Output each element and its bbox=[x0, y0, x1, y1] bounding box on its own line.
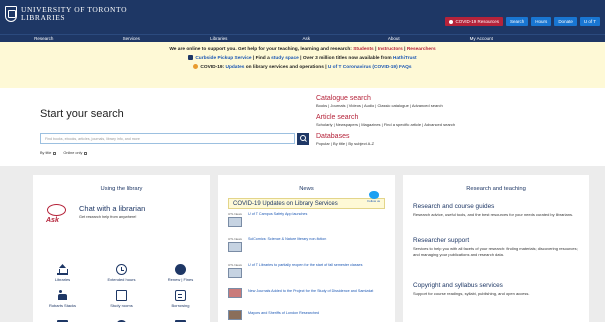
alert-banner: We are online to support you. Get help f… bbox=[0, 42, 605, 88]
site-logo[interactable]: UNIVERSITY OF TORONTO LIBRARIES bbox=[5, 6, 127, 22]
alert-line-3: COVID-19: Updates on library services an… bbox=[0, 63, 605, 72]
renew-fines-link[interactable]: Renew | Fines bbox=[151, 264, 210, 282]
hours-button[interactable]: Hours bbox=[531, 17, 552, 26]
utility-buttons: COVID-19 Resources Search Hours Donate U… bbox=[444, 17, 600, 26]
alert-line-2: Curbside Pickup Service | Find a study s… bbox=[0, 54, 605, 63]
twitter-icon bbox=[368, 191, 379, 199]
databases-block: Databases Popular | By title | By subjec… bbox=[316, 132, 605, 147]
search-panel: Start your search Find books, ebooks, ar… bbox=[0, 88, 309, 166]
article-sublinks[interactable]: Scholarly | Newspapers | Magazines | Fin… bbox=[316, 122, 605, 128]
library-building-icon bbox=[57, 264, 68, 275]
catalogue-search-link[interactable]: Catalogue search bbox=[316, 94, 605, 103]
copyright-block: Copyright and syllabus services Support … bbox=[413, 282, 583, 297]
donate-button[interactable]: Donate bbox=[554, 17, 577, 26]
catalogue-search-block: Catalogue search Books | Journals | Vide… bbox=[316, 94, 605, 109]
uoft-button[interactable]: U of T bbox=[579, 17, 600, 26]
covid-resources-button[interactable]: COVID-19 Resources bbox=[444, 17, 504, 26]
nav-my-account[interactable]: My Account bbox=[438, 35, 526, 42]
using-library-title: Using the library bbox=[100, 186, 143, 192]
study-rooms-link[interactable]: Study rooms bbox=[92, 290, 151, 308]
instructors-link[interactable]: Instructors bbox=[378, 47, 403, 52]
updates-link[interactable]: Updates bbox=[225, 65, 244, 70]
research-teaching-card: Research and teaching Research and cours… bbox=[403, 175, 589, 322]
news-item[interactable]: UTL News U of T Libraries to partially re… bbox=[228, 263, 383, 278]
news-item[interactable]: UTL News SciComics: Science & Nature lite… bbox=[228, 237, 383, 252]
curbside-link[interactable]: Curbside Pickup Service bbox=[195, 56, 251, 61]
uoft-faq-link[interactable]: U of T Coronavirus (COVID-19) FAQs bbox=[328, 65, 412, 70]
alert-line-1: We are online to support you. Get help f… bbox=[169, 47, 436, 52]
researcher-support-block: Researcher support Services to help you … bbox=[413, 237, 583, 259]
nav-libraries[interactable]: Libraries bbox=[175, 35, 263, 42]
study-room-icon bbox=[116, 290, 127, 301]
by-title-checkbox[interactable] bbox=[53, 151, 57, 155]
ask-chat-icon: Ask bbox=[45, 204, 71, 230]
people-icon bbox=[57, 290, 68, 301]
search-section: Start your search Find books, ebooks, ar… bbox=[0, 88, 605, 166]
article-search-link[interactable]: Article search bbox=[316, 113, 605, 122]
research-teaching-title: Research and teaching bbox=[466, 186, 526, 192]
news-thumbnail bbox=[228, 242, 242, 252]
online-only-checkbox[interactable] bbox=[84, 151, 88, 155]
twitter-follow[interactable]: Follow us bbox=[367, 191, 380, 203]
nav-services[interactable]: Services bbox=[88, 35, 176, 42]
research-guides-block: Research and course guides Research advi… bbox=[413, 203, 583, 218]
robarts-stacks-link[interactable]: Robarts Stacks bbox=[33, 290, 92, 308]
news-item[interactable]: New Journals Added to the Project for th… bbox=[228, 288, 383, 298]
main-nav: Research Services Libraries Ask About My… bbox=[0, 34, 605, 42]
news-thumbnail bbox=[228, 288, 242, 298]
extended-hours-link[interactable]: Extended hours bbox=[92, 264, 151, 282]
clock-icon bbox=[116, 264, 127, 275]
renew-icon bbox=[175, 264, 186, 275]
nav-research[interactable]: Research bbox=[0, 35, 88, 42]
nav-ask[interactable]: Ask bbox=[263, 35, 351, 42]
study-space-link[interactable]: study space bbox=[271, 56, 299, 61]
crest-icon bbox=[5, 6, 17, 22]
search-input[interactable]: Find books, ebooks, articles, journals, … bbox=[40, 133, 295, 144]
library-card-icon bbox=[175, 290, 186, 301]
databases-sublinks[interactable]: Popular | By title | By subject A-Z bbox=[316, 141, 605, 147]
research-guides-link[interactable]: Research and course guides bbox=[413, 203, 583, 210]
databases-link[interactable]: Databases bbox=[316, 132, 605, 141]
search-title: Start your search bbox=[40, 108, 124, 120]
catalogue-sublinks[interactable]: Books | Journals | Videos | Audio | Clas… bbox=[316, 103, 605, 109]
chat-title: Chat with a librarian bbox=[79, 204, 146, 213]
covid-updates-link[interactable]: COVID-19 Updates on Library Services bbox=[228, 198, 385, 209]
researchers-link[interactable]: Researchers bbox=[407, 47, 436, 52]
nav-about[interactable]: About bbox=[350, 35, 438, 42]
site-header: UNIVERSITY OF TORONTO LIBRARIES COVID-19… bbox=[0, 0, 605, 34]
borrowing-link[interactable]: Borrowing bbox=[151, 290, 210, 308]
article-search-block: Article search Scholarly | Newspapers | … bbox=[316, 113, 605, 128]
alert-dot-icon bbox=[448, 19, 453, 24]
search-links: Catalogue search Books | Journals | Vide… bbox=[306, 88, 605, 166]
copyright-link[interactable]: Copyright and syllabus services bbox=[413, 282, 583, 289]
news-thumbnail bbox=[228, 310, 242, 320]
bus-icon bbox=[188, 55, 194, 60]
news-thumbnail bbox=[228, 217, 242, 227]
chat-librarian[interactable]: Ask Chat with a librarian Get research h… bbox=[45, 204, 145, 230]
students-link[interactable]: Students bbox=[353, 47, 374, 52]
news-item[interactable]: UTL News U of T Campus Safety App launche… bbox=[228, 212, 383, 227]
libraries-link[interactable]: Libraries bbox=[33, 264, 92, 282]
card-row: Using the library Ask Chat with a librar… bbox=[33, 175, 589, 322]
news-item[interactable]: Mayors and Sheriffs of London Researched bbox=[228, 310, 383, 320]
search-button[interactable]: Search bbox=[506, 17, 529, 26]
search-options: By title Online only bbox=[40, 151, 94, 155]
researcher-support-link[interactable]: Researcher support bbox=[413, 237, 583, 244]
logo-line-2: LIBRARIES bbox=[21, 13, 66, 22]
chat-subtitle: Get research help from anywhere! bbox=[79, 215, 137, 219]
news-thumbnail bbox=[228, 268, 242, 278]
news-card: News Follow us COVID-19 Updates on Libra… bbox=[218, 175, 395, 322]
hathitrust-link[interactable]: HathiTrust bbox=[393, 56, 417, 61]
virus-icon bbox=[193, 64, 199, 69]
search-submit-icon[interactable] bbox=[297, 133, 309, 145]
using-library-card: Using the library Ask Chat with a librar… bbox=[33, 175, 210, 322]
